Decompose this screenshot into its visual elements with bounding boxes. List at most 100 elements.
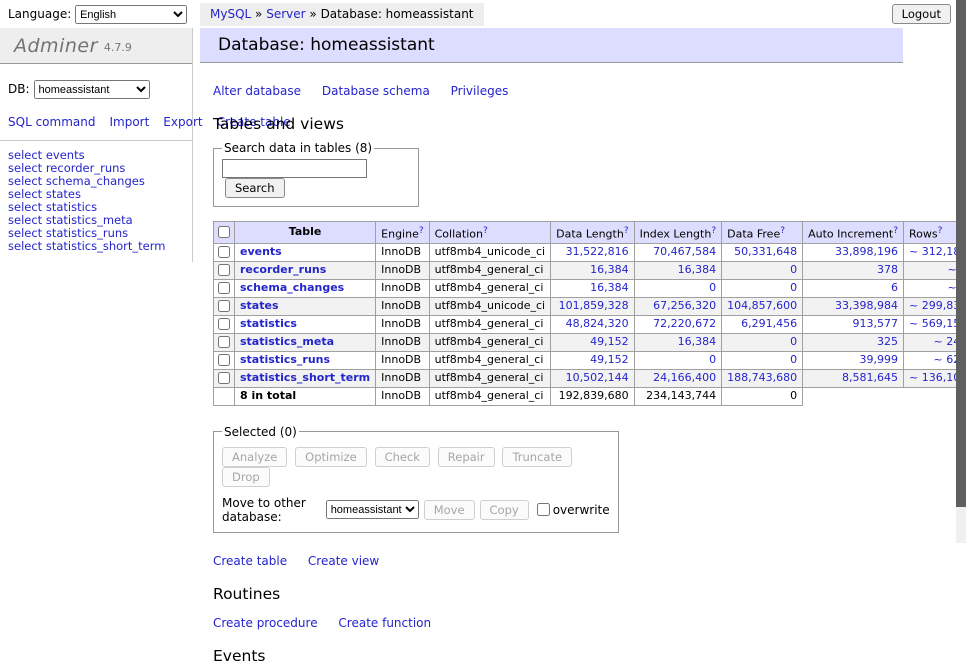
index-length-link[interactable]: 70,467,584 <box>640 245 717 259</box>
index-length-link[interactable]: 16,384 <box>640 263 717 277</box>
search-button[interactable]: Search <box>225 178 285 198</box>
engine-cell: InnoDB <box>376 297 429 315</box>
table-link[interactable]: statistics_short_term <box>240 371 370 384</box>
table-link[interactable]: recorder_runs <box>240 263 326 276</box>
help-icon[interactable]: ? <box>711 226 716 236</box>
alter-database-link[interactable]: Alter database <box>213 84 301 98</box>
repair-button[interactable]: Repair <box>438 447 495 467</box>
create-view-link[interactable]: Create view <box>308 554 379 568</box>
index-length-link[interactable]: 0 <box>640 281 717 295</box>
help-icon[interactable]: ? <box>624 226 629 236</box>
overwrite-checkbox[interactable] <box>537 503 550 516</box>
table-link[interactable]: events <box>240 245 282 258</box>
auto-increment-link[interactable]: 33,398,984 <box>808 299 898 313</box>
row-checkbox[interactable] <box>218 264 230 276</box>
sidebar-divider <box>0 140 192 141</box>
data-length-link[interactable]: 101,859,328 <box>556 299 628 313</box>
tables-overview-table: Table Engine? Collation? Data Length? In… <box>213 221 966 406</box>
row-checkbox[interactable] <box>218 246 230 258</box>
search-legend: Search data in tables (8) <box>222 141 374 155</box>
data-free-link[interactable]: 188,743,680 <box>727 371 797 385</box>
sidebar-link-sql-command[interactable]: SQL command <box>8 115 95 129</box>
data-free-link[interactable]: 0 <box>727 263 797 277</box>
table-link[interactable]: statistics_meta <box>240 335 334 348</box>
table-link[interactable]: statistics <box>240 317 297 330</box>
scrollbar-thumb[interactable] <box>956 0 966 507</box>
tables-and-views-heading: Tables and views <box>213 115 956 133</box>
db-select[interactable]: homeassistant <box>34 80 150 99</box>
auto-increment-link[interactable]: 33,898,196 <box>808 245 898 259</box>
row-checkbox[interactable] <box>218 300 230 312</box>
breadcrumb-link-mysql[interactable]: MySQL <box>210 7 251 21</box>
help-icon[interactable]: ? <box>483 226 488 236</box>
move-button[interactable]: Move <box>424 500 475 520</box>
table-total-row: 8 in total InnoDB utf8mb4_general_ci 192… <box>214 387 966 405</box>
truncate-button[interactable]: Truncate <box>502 447 572 467</box>
data-free-link[interactable]: 104,857,600 <box>727 299 797 313</box>
data-length-link[interactable]: 10,502,144 <box>556 371 628 385</box>
total-data-length: 192,839,680 <box>551 387 634 405</box>
auto-increment-link[interactable]: 6 <box>808 281 898 295</box>
data-length-link[interactable]: 31,522,816 <box>556 245 628 259</box>
create-procedure-link[interactable]: Create procedure <box>213 616 318 630</box>
col-header-auto-increment: Auto Increment? <box>803 222 904 244</box>
sidebar-link-select-statistics-short-term[interactable]: select statistics_short_term <box>8 240 192 253</box>
data-length-link[interactable]: 49,152 <box>556 353 628 367</box>
database-schema-link[interactable]: Database schema <box>322 84 430 98</box>
help-icon[interactable]: ? <box>893 226 898 236</box>
index-length-link[interactable]: 72,220,672 <box>640 317 717 331</box>
data-free-link[interactable]: 0 <box>727 335 797 349</box>
index-length-link[interactable]: 24,166,400 <box>640 371 717 385</box>
create-table-link[interactable]: Create table <box>213 554 287 568</box>
logout-button[interactable]: Logout <box>892 4 951 24</box>
language-select[interactable]: English <box>75 5 187 24</box>
copy-button[interactable]: Copy <box>480 500 529 520</box>
optimize-button[interactable]: Optimize <box>295 447 367 467</box>
data-length-link[interactable]: 49,152 <box>556 335 628 349</box>
index-length-link[interactable]: 0 <box>640 353 717 367</box>
col-header-engine: Engine? <box>376 222 429 244</box>
index-length-link[interactable]: 67,256,320 <box>640 299 717 313</box>
engine-cell: InnoDB <box>376 369 429 387</box>
row-checkbox[interactable] <box>218 336 230 348</box>
auto-increment-link[interactable]: 913,577 <box>808 317 898 331</box>
row-checkbox[interactable] <box>218 318 230 330</box>
select-all-checkbox[interactable] <box>218 226 230 238</box>
data-free-link[interactable]: 0 <box>727 353 797 367</box>
sidebar-link-import[interactable]: Import <box>109 115 149 129</box>
row-checkbox[interactable] <box>218 372 230 384</box>
sidebar-link-export[interactable]: Export <box>163 115 202 129</box>
help-icon[interactable]: ? <box>419 226 424 236</box>
help-icon[interactable]: ? <box>780 226 785 236</box>
privileges-link[interactable]: Privileges <box>451 84 509 98</box>
data-free-link[interactable]: 6,291,456 <box>727 317 797 331</box>
search-input[interactable] <box>222 159 367 178</box>
breadcrumb-link-server[interactable]: Server <box>266 7 305 21</box>
data-length-link[interactable]: 16,384 <box>556 281 628 295</box>
auto-increment-link[interactable]: 325 <box>808 335 898 349</box>
check-button[interactable]: Check <box>375 447 430 467</box>
table-link[interactable]: statistics_runs <box>240 353 330 366</box>
help-icon[interactable]: ? <box>938 226 943 236</box>
events-heading: Events <box>213 647 956 665</box>
move-database-select[interactable]: homeassistant <box>326 500 419 519</box>
row-checkbox[interactable] <box>218 354 230 366</box>
row-checkbox[interactable] <box>218 282 230 294</box>
total-index-length: 234,143,744 <box>634 387 722 405</box>
table-link[interactable]: schema_changes <box>240 281 344 294</box>
table-link[interactable]: states <box>240 299 279 312</box>
analyze-button[interactable]: Analyze <box>222 447 287 467</box>
data-free-link[interactable]: 0 <box>727 281 797 295</box>
auto-increment-link[interactable]: 8,581,645 <box>808 371 898 385</box>
auto-increment-link[interactable]: 39,999 <box>808 353 898 367</box>
selected-fieldset: Selected (0) Analyze Optimize Check Repa… <box>213 425 619 533</box>
drop-button[interactable]: Drop <box>222 467 270 487</box>
create-function-link[interactable]: Create function <box>338 616 431 630</box>
auto-increment-link[interactable]: 378 <box>808 263 898 277</box>
data-length-link[interactable]: 16,384 <box>556 263 628 277</box>
sidebar: Adminer 4.7.9 DB:homeassistant SQL comma… <box>0 28 193 262</box>
vertical-scrollbar[interactable] <box>956 0 966 543</box>
data-length-link[interactable]: 48,824,320 <box>556 317 628 331</box>
index-length-link[interactable]: 16,384 <box>640 335 717 349</box>
data-free-link[interactable]: 50,331,648 <box>727 245 797 259</box>
